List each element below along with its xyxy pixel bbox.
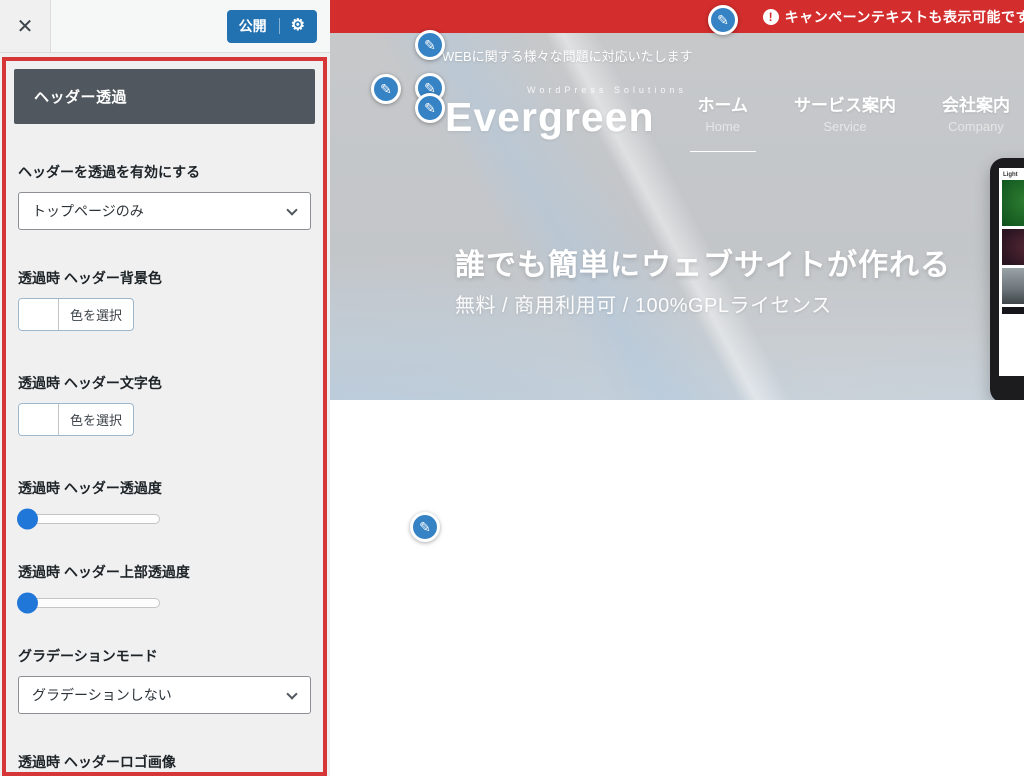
nav-sublabel: Company [942,119,1010,134]
header-top-opacity-slider[interactable] [18,598,160,608]
field-enable-transparency: ヘッダーを透過を有効にする トップページのみ [18,162,311,230]
phone-plant-image [1002,180,1024,226]
bg-color-button-label: 色を選択 [59,299,133,330]
customizer-sidebar: ✕ 公開 ⚙ ヘッダー透過 ヘッダーを透過を有効にする トップページのみ 透過時… [0,0,330,776]
site-logo[interactable]: WordPress Solutions Evergreen [445,85,687,138]
section-title[interactable]: ヘッダー透過 [14,69,315,124]
edit-pencil-icon-content[interactable]: ✎ [410,512,440,542]
text-color-button-label: 色を選択 [59,404,133,435]
nav-item-home[interactable]: ホーム Home [698,91,749,152]
publish-area: 公開 ⚙ [227,0,330,52]
edit-pencil-icon-tagline[interactable]: ✎ [415,30,445,60]
header-tagline: WEBに関する様々な問題に対応いたします [442,46,693,65]
chevron-down-icon [286,688,297,699]
publish-label: 公開 [239,16,267,36]
gradient-mode-value: グラデーションしない [32,685,172,705]
edit-pencil-icon-logo2[interactable]: ✎ [415,93,445,123]
nav-label: 会社案内 [942,91,1010,116]
close-button[interactable]: ✕ [0,0,51,52]
enable-transparency-select[interactable]: トップページのみ [18,192,311,230]
nav-item-service[interactable]: サービス案内 Service [794,91,896,152]
text-color-label: 透過時 ヘッダー文字色 [18,373,311,393]
bg-color-swatch [19,299,59,330]
text-color-swatch [19,404,59,435]
nav-label: ホーム [698,91,749,116]
hero-subtitle: 無料 / 商用利用可 / 100%GPLライセンス [455,289,832,318]
enable-transparency-label: ヘッダーを透過を有効にする [18,162,311,182]
field-transparent-logo: 透過時 ヘッダーロゴ画像 推奨画像サイズ: 280×60px [18,752,311,776]
nav-label: サービス案内 [794,91,896,116]
phone-mockup: Light [990,158,1024,403]
publish-settings-gear-icon[interactable]: ⚙ [279,18,305,34]
phone-people-image [1002,268,1024,304]
field-header-top-opacity: 透過時 ヘッダー上部透過度 [18,562,311,608]
nav-sublabel: Home [698,119,749,134]
customizer-topbar: ✕ 公開 ⚙ [0,0,330,53]
hero-title: 誰でも簡単にウェブサイトが作れる [455,240,951,284]
phone-footer-bar [1002,307,1024,314]
nav-sublabel: Service [794,119,896,134]
bg-color-picker-button[interactable]: 色を選択 [18,298,134,331]
header-transparency-panel: ヘッダー透過 ヘッダーを透過を有効にする トップページのみ 透過時 ヘッダー背景… [2,57,327,776]
publish-button[interactable]: 公開 ⚙ [227,10,317,43]
topbar-spacer [51,0,227,52]
site-preview: ! キャンペーンテキストも表示可能です WEBに関する様々な問題に対応いたします… [330,0,1024,776]
field-header-opacity: 透過時 ヘッダー透過度 [18,478,311,524]
edit-pencil-icon-header[interactable]: ✎ [371,74,401,104]
enable-transparency-value: トップページのみ [32,201,144,221]
campaign-bar: ! キャンペーンテキストも表示可能です [330,0,1024,33]
alert-icon: ! [763,9,779,25]
chevron-down-icon [286,204,297,215]
header-opacity-slider[interactable] [18,514,160,524]
field-text-color: 透過時 ヘッダー文字色 色を選択 [18,373,311,440]
content-section [330,400,1024,776]
gradient-mode-select[interactable]: グラデーションしない [18,676,311,714]
field-bg-color: 透過時 ヘッダー背景色 色を選択 [18,268,311,335]
text-color-picker-button[interactable]: 色を選択 [18,403,134,436]
header-opacity-label: 透過時 ヘッダー透過度 [18,478,311,498]
logo-name: Evergreen [445,97,687,138]
nav-item-company[interactable]: 会社案内 Company [942,91,1010,152]
slider-thumb[interactable] [17,593,38,614]
gradient-mode-label: グラデーションモード [18,646,311,666]
header-top-opacity-label: 透過時 ヘッダー上部透過度 [18,562,311,582]
campaign-text: キャンペーンテキストも表示可能です [785,7,1024,27]
wordpress-customizer: ✕ 公開 ⚙ ヘッダー透過 ヘッダーを透過を有効にする トップページのみ 透過時… [0,0,1024,776]
slider-thumb[interactable] [17,509,38,530]
phone-screen: Light [999,168,1024,376]
phone-dark-image [1002,229,1024,265]
edit-pencil-icon-campaign[interactable]: ✎ [708,5,738,35]
main-navigation: ホーム Home サービス案内 Service 会社案内 Company [698,91,1011,152]
phone-screen-title: Light [1003,172,1024,178]
bg-color-label: 透過時 ヘッダー背景色 [18,268,311,288]
transparent-logo-label: 透過時 ヘッダーロゴ画像 [18,752,311,772]
field-gradient-mode: グラデーションモード グラデーションしない [18,646,311,714]
